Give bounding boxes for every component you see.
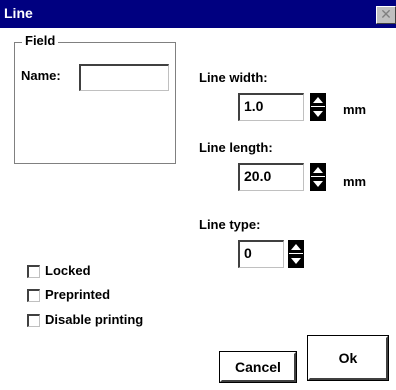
- line-length-field[interactable]: 20.0: [238, 163, 304, 191]
- disable-printing-checkbox[interactable]: [27, 314, 40, 327]
- line-length-spinner[interactable]: [310, 163, 326, 191]
- line-dialog: Line ✕ Field Name: Line width: 1.0 mm Li…: [0, 0, 396, 390]
- line-type-spinner[interactable]: [288, 240, 304, 268]
- line-length-unit: mm: [343, 174, 367, 189]
- line-width-spinner[interactable]: [310, 93, 326, 121]
- disable-printing-label[interactable]: Disable printing: [45, 312, 143, 327]
- close-icon[interactable]: ✕: [376, 6, 396, 24]
- line-type-field[interactable]: 0: [238, 240, 284, 268]
- line-length-label: Line length:: [199, 140, 273, 155]
- line-type-label: Line type:: [199, 217, 261, 232]
- preprinted-label[interactable]: Preprinted: [45, 287, 110, 302]
- cancel-button[interactable]: Cancel: [220, 352, 296, 382]
- spin-up-icon[interactable]: [311, 94, 325, 107]
- line-width-unit: mm: [343, 102, 367, 117]
- title-bar[interactable]: Line ✕: [0, 0, 396, 28]
- window-title: Line: [4, 5, 33, 21]
- locked-checkbox[interactable]: [27, 265, 40, 278]
- preprinted-checkbox[interactable]: [27, 289, 40, 302]
- name-label: Name:: [21, 68, 61, 83]
- spin-up-icon[interactable]: [311, 164, 325, 177]
- spin-down-icon[interactable]: [311, 177, 325, 190]
- ok-button[interactable]: Ok: [308, 336, 388, 380]
- line-width-field[interactable]: 1.0: [238, 93, 304, 121]
- line-width-label: Line width:: [199, 70, 268, 85]
- cancel-button-label: Cancel: [235, 359, 281, 375]
- spin-down-icon[interactable]: [311, 107, 325, 120]
- field-group-legend: Field: [22, 33, 59, 48]
- field-group: [14, 42, 176, 164]
- spin-up-icon[interactable]: [289, 241, 303, 254]
- spin-down-icon[interactable]: [289, 254, 303, 267]
- name-field[interactable]: [79, 64, 169, 91]
- ok-button-label: Ok: [338, 350, 358, 366]
- locked-label[interactable]: Locked: [45, 263, 91, 278]
